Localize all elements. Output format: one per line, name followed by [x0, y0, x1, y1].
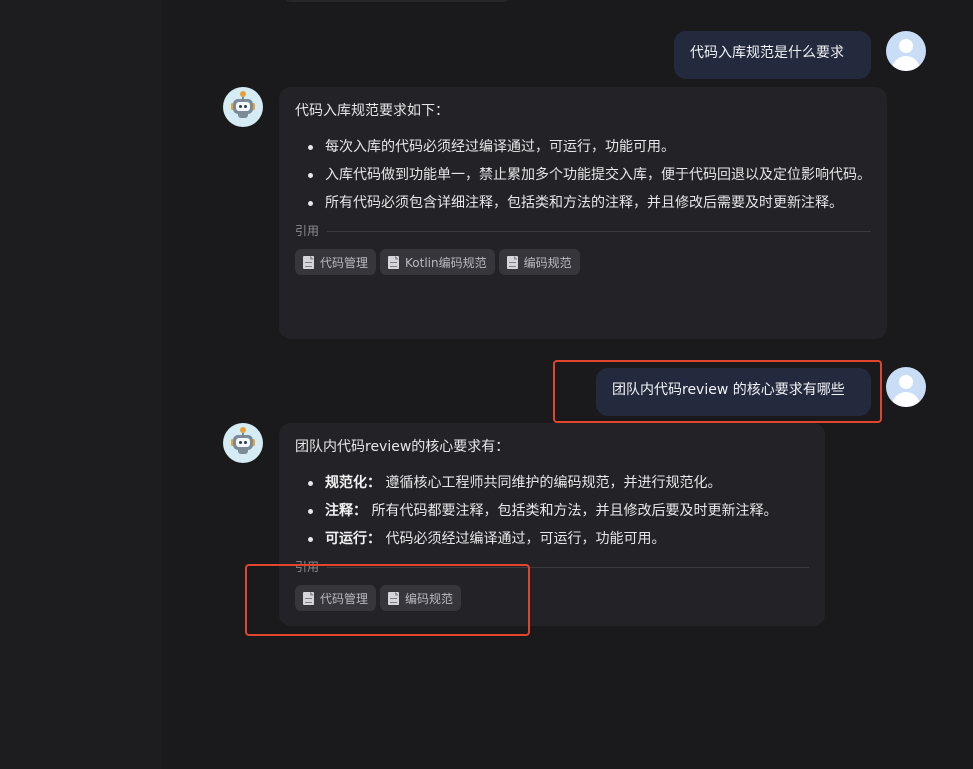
- bot-avatar: [223, 87, 263, 127]
- user-avatar: [886, 367, 926, 407]
- list-item-text: 代码必须经过编译通过，可运行，功能可用。: [381, 531, 666, 547]
- list-item: 每次入库的代码必须经过编译通过，可运行，功能可用。: [308, 135, 871, 159]
- reference-chip-label: Kotlin编码规范: [405, 255, 487, 270]
- highlight-box: [553, 360, 882, 423]
- reference-chip-label: 代码管理: [320, 255, 369, 270]
- bot-message-intro: 团队内代码review的核心要求有：: [295, 439, 510, 455]
- reference-label: 引用: [295, 224, 320, 238]
- list-item-text: 遵循核心工程师共同维护的编码规范，并进行规范化。: [381, 475, 722, 491]
- user-avatar-icon: [899, 375, 913, 389]
- bot-message-bubble: 代码入库规范要求如下： 每次入库的代码必须经过编译通过，可运行，功能可用。 入库…: [279, 87, 887, 339]
- document-icon: [506, 255, 518, 269]
- list-item-text: 所有代码都要注释，包括类和方法，并且修改后要及时更新注释。: [367, 503, 778, 519]
- previous-message-edge: [283, 0, 511, 2]
- highlight-box: [245, 564, 530, 636]
- user-message-bubble: 代码入库规范是什么要求: [674, 31, 871, 79]
- reference-chip-kotlin-coding-standard[interactable]: Kotlin编码规范: [380, 249, 495, 275]
- list-item-term: 规范化：: [325, 475, 381, 491]
- divider: [327, 231, 871, 232]
- reference-chip-coding-standard[interactable]: 编码规范: [498, 249, 580, 275]
- reference-chip-code-management[interactable]: 代码管理: [295, 249, 377, 275]
- list-item-term: 注释：: [325, 503, 367, 519]
- bot-message-list: 每次入库的代码必须经过编译通过，可运行，功能可用。 入库代码做到功能单一，禁止累…: [295, 135, 871, 215]
- user-avatar-icon: [899, 39, 913, 53]
- list-item: 所有代码必须包含详细注释，包括类和方法的注释，并且修改后需要及时更新注释。: [308, 191, 871, 215]
- document-icon: [388, 255, 400, 269]
- list-item: 可运行： 代码必须经过编译通过，可运行，功能可用。: [308, 527, 809, 551]
- bot-avatar: [223, 423, 263, 463]
- user-avatar: [886, 31, 926, 71]
- left-panel: [0, 0, 162, 769]
- bot-message-list: 规范化： 遵循核心工程师共同维护的编码规范，并进行规范化。 注释： 所有代码都要…: [295, 471, 809, 551]
- list-item: 入库代码做到功能单一，禁止累加多个功能提交入库，便于代码回退以及定位影响代码。: [308, 163, 871, 187]
- list-item-term: 可运行：: [325, 531, 381, 547]
- list-item: 规范化： 遵循核心工程师共同维护的编码规范，并进行规范化。: [308, 471, 809, 495]
- reference-section: 引用: [295, 221, 871, 241]
- bot-message-intro: 代码入库规范要求如下：: [295, 103, 449, 119]
- list-item: 注释： 所有代码都要注释，包括类和方法，并且修改后要及时更新注释。: [308, 499, 809, 523]
- reference-chips: 代码管理 Kotlin编码规范 编码规范: [295, 249, 871, 275]
- user-message-text: 代码入库规范是什么要求: [690, 45, 844, 61]
- document-icon: [303, 255, 314, 269]
- reference-chip-label: 编码规范: [523, 255, 572, 270]
